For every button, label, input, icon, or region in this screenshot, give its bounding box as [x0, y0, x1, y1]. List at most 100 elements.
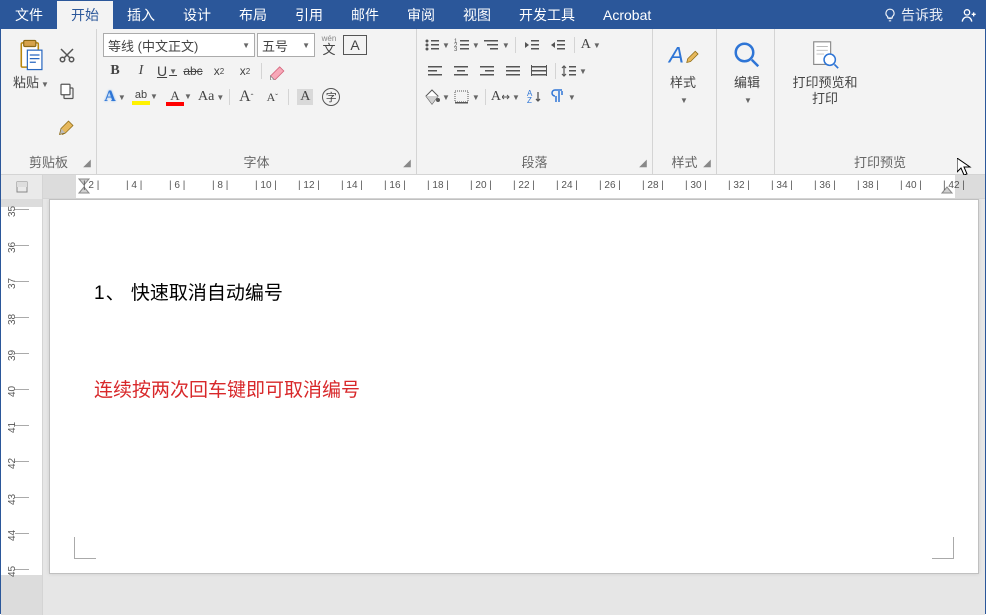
ruler-tick: | 24 |: [556, 180, 578, 191]
workspace: 3536373839404142434445 1、 快速取消自动编号 连续按两次…: [1, 199, 985, 615]
group-editing-label: [723, 153, 768, 174]
format-painter-button[interactable]: [55, 115, 79, 139]
font-size-combo[interactable]: 五号 ▼: [257, 33, 315, 57]
subscript-button[interactable]: x2: [207, 59, 231, 83]
align-left-button[interactable]: [423, 59, 447, 83]
copy-button[interactable]: [55, 79, 79, 103]
chevron-down-icon: ▼: [680, 96, 688, 105]
distributed-button[interactable]: [527, 59, 551, 83]
document-area[interactable]: 1、 快速取消自动编号 连续按两次回车键即可取消编号: [43, 199, 985, 615]
font-name-combo[interactable]: 等线 (中文正文) ▼: [103, 33, 255, 57]
horizontal-ruler[interactable]: | 2 || 4 || 6 || 8 || 10 || 12 || 14 || …: [43, 175, 985, 198]
styles-dialog-launcher[interactable]: ◢: [700, 156, 714, 170]
superscript-button[interactable]: x2: [233, 59, 257, 83]
share-button[interactable]: [953, 1, 985, 29]
group-paragraph-label: 段落: [423, 149, 646, 174]
font-color-button[interactable]: A▼: [163, 85, 187, 109]
ruler-tick: | 18 |: [427, 180, 449, 191]
tell-me-search[interactable]: 告诉我: [873, 1, 953, 29]
font-dialog-launcher[interactable]: ◢: [400, 156, 414, 170]
vruler-tick: 39: [7, 350, 18, 361]
numbering-button[interactable]: 123▼: [453, 33, 481, 57]
ruler-tick: | 42 |: [943, 180, 965, 191]
ruler-tick: | 38 |: [857, 180, 879, 191]
group-paragraph: ▼ 123▼ ▼ A▼ ▼ ▼ ▼: [417, 29, 653, 174]
multilevel-list-button[interactable]: ▼: [483, 33, 511, 57]
ruler-corner[interactable]: [1, 175, 43, 199]
tab-mailings[interactable]: 邮件: [337, 1, 393, 29]
print-preview-button[interactable]: 打印预览和打印: [781, 33, 869, 149]
ruler-tick: | 20 |: [470, 180, 492, 191]
chevron-down-icon: ▼: [744, 96, 752, 105]
borders-button[interactable]: ▼: [453, 85, 481, 109]
clear-formatting-button[interactable]: [266, 59, 290, 83]
tab-insert[interactable]: 插入: [113, 1, 169, 29]
vruler-tick: 44: [7, 530, 18, 541]
justify-button[interactable]: [501, 59, 525, 83]
highlight-button[interactable]: ab▼: [129, 85, 153, 109]
tab-review[interactable]: 审阅: [393, 1, 449, 29]
tab-design[interactable]: 设计: [169, 1, 225, 29]
ruler-area: | 2 || 4 || 6 || 8 || 10 || 12 || 14 || …: [1, 175, 985, 199]
group-print-preview-label: 打印预览: [781, 149, 979, 174]
bullets-button[interactable]: ▼: [423, 33, 451, 57]
phonetic-bottom: 文: [322, 43, 335, 56]
doc-line-2[interactable]: 连续按两次回车键即可取消编号: [94, 375, 360, 402]
enclose-characters-button[interactable]: 字: [319, 85, 343, 109]
svg-text:Z: Z: [527, 96, 532, 104]
group-print-preview: 打印预览和打印 打印预览: [775, 29, 985, 174]
char-shading-button[interactable]: A: [293, 85, 317, 109]
shrink-font-button[interactable]: Aˇ: [260, 85, 284, 109]
tell-me-label: 告诉我: [901, 5, 943, 25]
vruler-tick: 45: [7, 566, 18, 577]
char-scale-button[interactable]: A▼: [490, 85, 521, 109]
underline-button[interactable]: U▼: [155, 59, 179, 83]
tab-home[interactable]: 开始: [57, 1, 113, 29]
show-marks-button[interactable]: ▼: [549, 85, 577, 109]
text-effects-button[interactable]: A▼: [103, 85, 127, 109]
line-spacing-button[interactable]: ▼: [560, 59, 588, 83]
shading-button[interactable]: ▼: [423, 85, 451, 109]
group-font: 等线 (中文正文) ▼ 五号 ▼ wén 文 A B I U▼ abc x2: [97, 29, 417, 174]
vruler-tick: 41: [7, 422, 18, 433]
strikethrough-button[interactable]: abc: [181, 59, 205, 83]
ruler-tick: | 30 |: [685, 180, 707, 191]
increase-indent-button[interactable]: [546, 33, 570, 57]
tab-references[interactable]: 引用: [281, 1, 337, 29]
phonetic-guide-button[interactable]: wén 文: [317, 33, 341, 57]
ruler-tick: | 2 |: [83, 180, 99, 191]
tab-developer[interactable]: 开发工具: [505, 1, 589, 29]
italic-button[interactable]: I: [129, 59, 153, 83]
vruler-tick: 42: [7, 458, 18, 469]
sort-button[interactable]: AZ: [523, 85, 547, 109]
character-border-button[interactable]: A: [343, 35, 367, 55]
ruler-tick: | 28 |: [642, 180, 664, 191]
styles-button[interactable]: A 样式▼: [659, 33, 707, 149]
group-clipboard-label: 剪贴板: [7, 149, 90, 174]
change-case-button[interactable]: Aa▼: [197, 85, 225, 109]
editing-button[interactable]: 编辑▼: [723, 33, 771, 153]
bold-button[interactable]: B: [103, 59, 127, 83]
ruler-tick: | 26 |: [599, 180, 621, 191]
clipboard-dialog-launcher[interactable]: ◢: [80, 156, 94, 170]
paste-button[interactable]: 粘贴▼: [7, 33, 55, 149]
font-size-value: 五号: [262, 36, 288, 55]
align-right-button[interactable]: [475, 59, 499, 83]
cut-button[interactable]: [55, 43, 79, 67]
align-center-button[interactable]: [449, 59, 473, 83]
grow-font-button[interactable]: Aˆ: [234, 85, 258, 109]
cursor-icon: [957, 158, 973, 176]
paragraph-dialog-launcher[interactable]: ◢: [636, 156, 650, 170]
tab-file[interactable]: 文件: [1, 1, 57, 29]
tab-acrobat[interactable]: Acrobat: [589, 1, 665, 29]
vertical-ruler[interactable]: 3536373839404142434445: [1, 199, 43, 615]
tab-view[interactable]: 视图: [449, 1, 505, 29]
doc-line-1[interactable]: 1、 快速取消自动编号: [94, 278, 283, 305]
svg-text:3: 3: [454, 47, 458, 52]
tab-layout[interactable]: 布局: [225, 1, 281, 29]
ruler-tick: | 16 |: [384, 180, 406, 191]
print-preview-label-2: 打印: [812, 91, 838, 106]
decrease-indent-button[interactable]: [520, 33, 544, 57]
find-icon: [731, 39, 763, 71]
asian-layout-button[interactable]: A▼: [579, 33, 603, 57]
